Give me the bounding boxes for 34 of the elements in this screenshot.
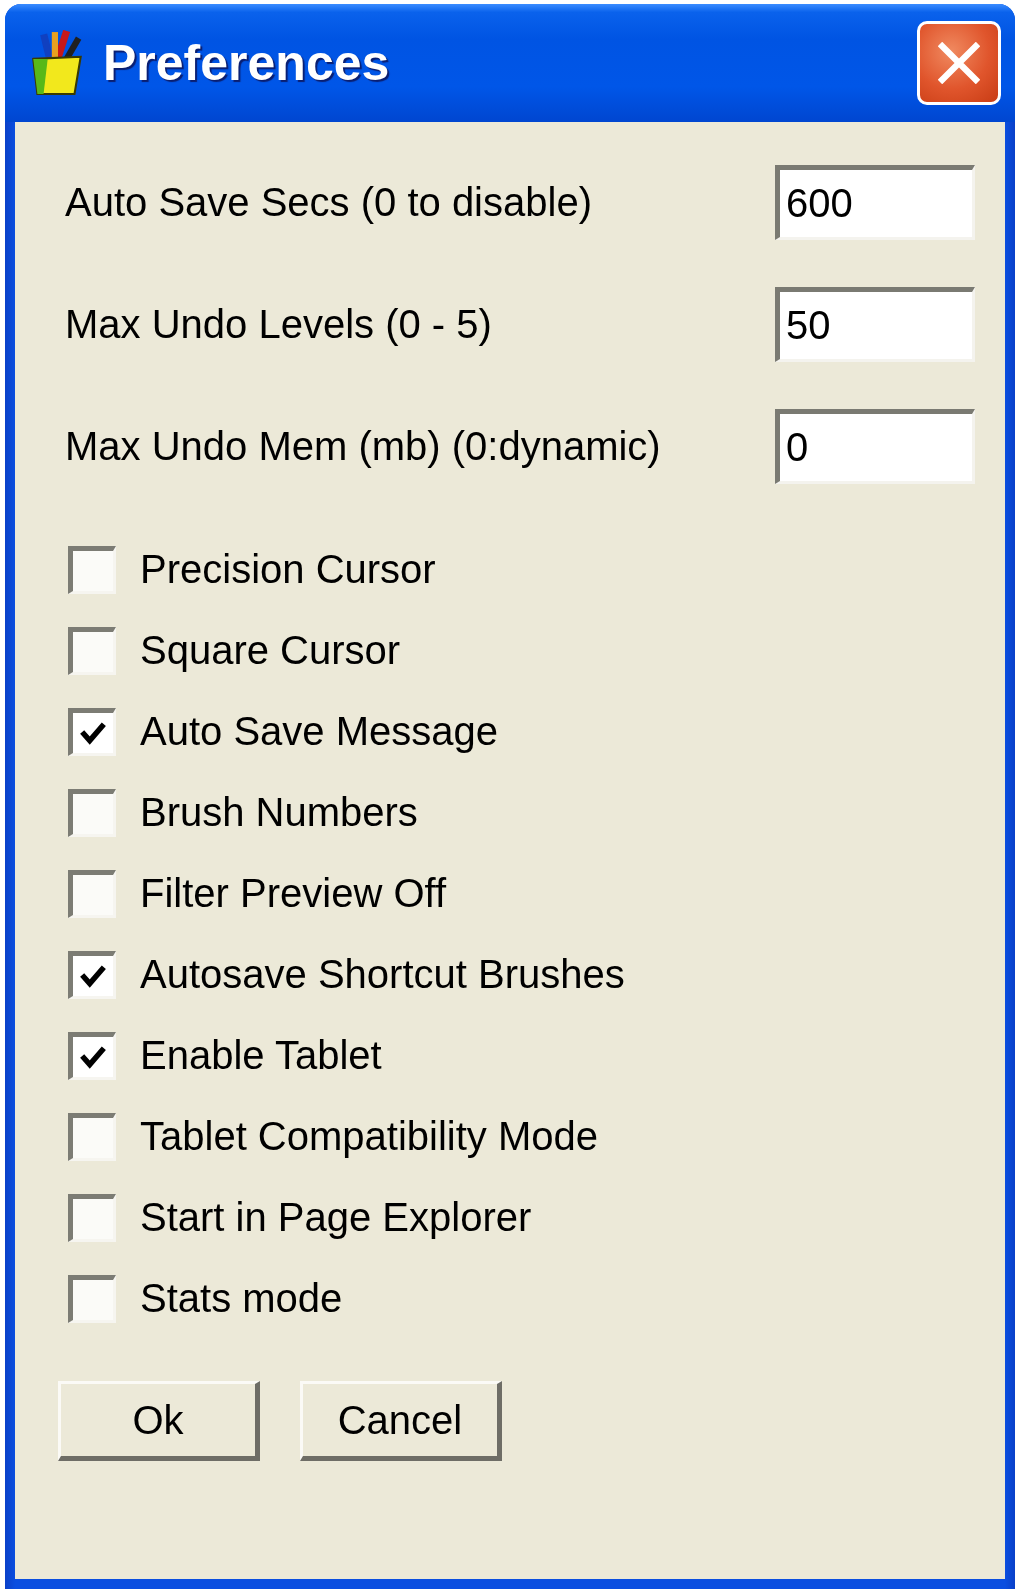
checkmark-icon (80, 1044, 106, 1069)
input-field[interactable]: 50 (775, 287, 975, 362)
checkbox-label: Enable Tablet (140, 1033, 382, 1078)
input-field[interactable]: 0 (775, 409, 975, 484)
checkbox[interactable] (68, 1193, 116, 1242)
checkbox[interactable] (68, 1274, 116, 1323)
checkbox[interactable] (68, 707, 116, 756)
checkbox-label: Square Cursor (140, 628, 401, 673)
checkmark-icon (80, 963, 106, 988)
checkbox[interactable] (68, 788, 116, 837)
checkbox-label: Autosave Shortcut Brushes (140, 952, 625, 997)
checkbox-label: Filter Preview Off (140, 871, 446, 916)
checkbox[interactable] (68, 950, 116, 999)
checkbox-label: Precision Cursor (140, 547, 436, 592)
field-label: Max Undo Mem (mb) (0:dynamic) (65, 424, 662, 469)
checkmark-icon (80, 720, 106, 745)
checkbox[interactable] (68, 869, 116, 918)
checkbox-label: Auto Save Message (140, 709, 498, 754)
ok-button[interactable]: Ok (58, 1381, 260, 1461)
cancel-button[interactable]: Cancel (300, 1381, 502, 1461)
checkbox-label: Start in Page Explorer (140, 1195, 532, 1240)
close-icon (938, 42, 980, 84)
close-button[interactable] (917, 21, 1001, 105)
checkbox-label: Brush Numbers (140, 790, 418, 835)
checkbox[interactable] (68, 1112, 116, 1161)
checkbox-label: Stats mode (140, 1276, 343, 1321)
input-field[interactable]: 600 (775, 165, 975, 240)
checkbox[interactable] (68, 1031, 116, 1080)
field-label: Auto Save Secs (0 to disable) (65, 180, 593, 225)
checkbox[interactable] (68, 545, 116, 594)
window-title: Preferences (103, 34, 391, 92)
field-label: Max Undo Levels (0 - 5) (65, 302, 493, 347)
checkbox[interactable] (68, 626, 116, 675)
checkbox-label: Tablet Compatibility Mode (140, 1114, 598, 1159)
